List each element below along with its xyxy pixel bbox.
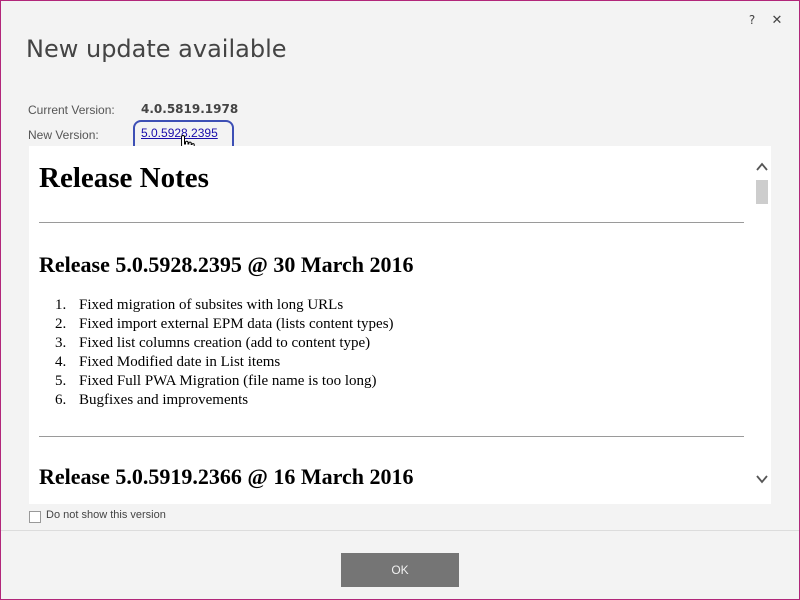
item-text: Fixed Full PWA Migration (file name is t… bbox=[79, 373, 377, 389]
item-number: 2. bbox=[55, 316, 67, 332]
item-number: 1. bbox=[55, 297, 67, 313]
item-number: 6. bbox=[55, 392, 67, 408]
close-button[interactable]: ✕ bbox=[770, 13, 784, 29]
vertical-scrollbar[interactable] bbox=[753, 146, 771, 504]
update-dialog: New update available ? ✕ Current Version… bbox=[0, 0, 800, 600]
item-text: Fixed list columns creation (add to cont… bbox=[79, 335, 371, 351]
chevron-down-icon[interactable] bbox=[753, 472, 771, 486]
scrollbar-thumb[interactable] bbox=[756, 180, 768, 204]
release-heading: Release 5.0.5919.2366 @ 16 March 2016 bbox=[39, 464, 414, 489]
divider bbox=[39, 436, 744, 437]
chevron-up-icon[interactable] bbox=[753, 160, 771, 174]
item-text: Fixed Modified date in List items bbox=[79, 354, 281, 370]
footer-divider bbox=[1, 530, 799, 531]
dialog-title: New update available bbox=[26, 35, 287, 63]
item-text: Bugfixes and improvements bbox=[79, 392, 249, 408]
release-notes-panel[interactable]: Release Notes Release 5.0.5928.2395 @ 30… bbox=[29, 146, 771, 504]
current-version-value: 4.0.5819.1978 bbox=[141, 102, 239, 116]
dont-show-label: Do not show this version bbox=[46, 509, 166, 521]
item-text: Fixed migration of subsites with long UR… bbox=[79, 297, 344, 313]
help-button[interactable]: ? bbox=[745, 13, 759, 29]
release-notes-heading: Release Notes bbox=[39, 162, 209, 194]
release-heading: Release 5.0.5928.2395 @ 30 March 2016 bbox=[39, 252, 414, 277]
new-version-label: New Version: bbox=[28, 128, 99, 142]
item-number: 3. bbox=[55, 335, 67, 351]
dont-show-checkbox[interactable] bbox=[29, 511, 41, 523]
item-number: 5. bbox=[55, 373, 67, 389]
current-version-label: Current Version: bbox=[28, 103, 115, 117]
item-number: 4. bbox=[55, 354, 67, 370]
divider bbox=[39, 222, 744, 223]
item-text: Fixed import external EPM data (lists co… bbox=[79, 316, 394, 332]
ok-button[interactable]: OK bbox=[341, 553, 459, 587]
